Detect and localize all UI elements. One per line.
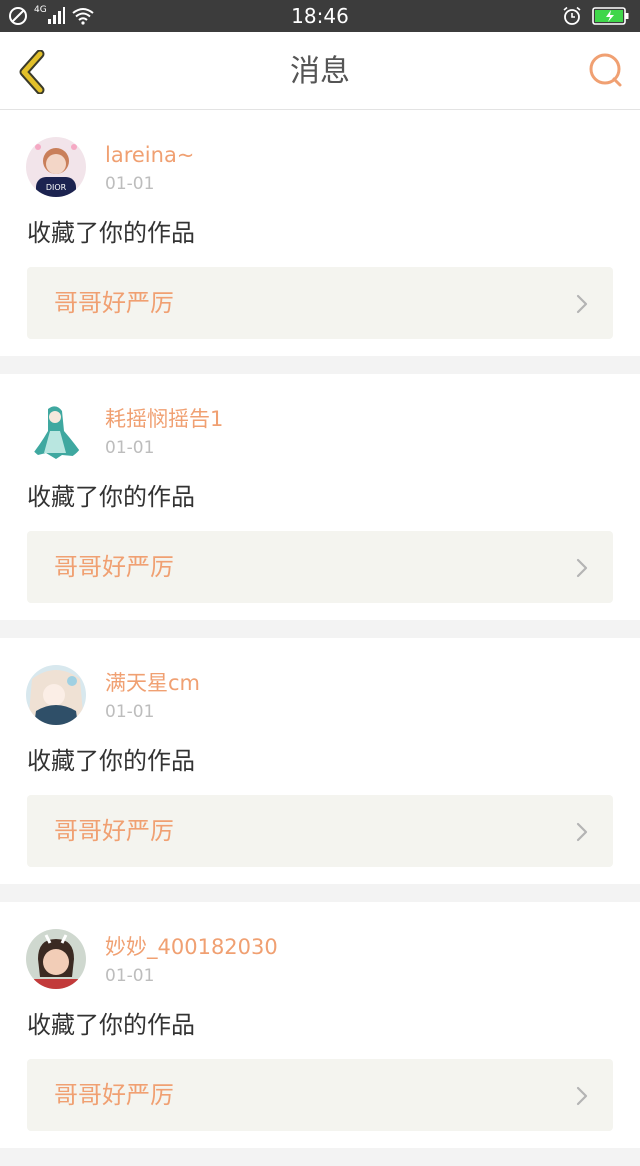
message-date: 01-01 [105, 438, 155, 458]
avatar[interactable] [26, 665, 86, 725]
username[interactable]: 妙妙_400182030 [105, 934, 278, 960]
status-time: 18:46 [291, 4, 349, 28]
work-link[interactable]: 哥哥好严厉 [27, 531, 613, 603]
chevron-right-icon [576, 1086, 588, 1106]
message-card: 妙妙_400182030 01-01 收藏了你的作品 哥哥好严厉 [0, 902, 640, 1148]
chevron-right-icon [576, 822, 588, 842]
message-date: 01-01 [105, 702, 155, 722]
nav-header: 消息 [0, 32, 640, 110]
battery-charging-icon [592, 7, 629, 25]
search-button[interactable] [586, 50, 626, 90]
chevron-right-icon [576, 558, 588, 578]
work-link[interactable]: 哥哥好严厉 [27, 1059, 613, 1131]
chevron-right-icon [576, 294, 588, 314]
work-title: 哥哥好严厉 [54, 289, 174, 317]
work-title: 哥哥好严厉 [54, 817, 174, 845]
username[interactable]: 满天星cm [105, 670, 200, 696]
message-card: 满天星cm 01-01 收藏了你的作品 哥哥好严厉 [0, 638, 640, 884]
work-title: 哥哥好严厉 [54, 553, 174, 581]
message-card: DIOR lareina~ 01-01 收藏了你的作品 哥哥好严厉 [0, 110, 640, 356]
avatar[interactable]: DIOR [26, 137, 86, 197]
status-bar-right [562, 6, 630, 26]
work-title: 哥哥好严厉 [54, 1081, 174, 1109]
message-date: 01-01 [105, 174, 155, 194]
action-text: 收藏了你的作品 [27, 747, 195, 775]
action-text: 收藏了你的作品 [27, 219, 195, 247]
work-link[interactable]: 哥哥好严厉 [27, 795, 613, 867]
action-text: 收藏了你的作品 [27, 483, 195, 511]
message-list: DIOR lareina~ 01-01 收藏了你的作品 哥哥好严厉 耗摇悯摇告1 [0, 110, 640, 1166]
avatar[interactable] [26, 929, 86, 989]
work-link[interactable]: 哥哥好严厉 [27, 267, 613, 339]
alarm-icon [563, 6, 581, 25]
search-icon [589, 53, 622, 87]
username[interactable]: lareina~ [105, 142, 194, 168]
svg-text:DIOR: DIOR [46, 183, 67, 192]
message-card: 耗摇悯摇告1 01-01 收藏了你的作品 哥哥好严厉 [0, 374, 640, 620]
avatar[interactable] [26, 401, 86, 461]
username[interactable]: 耗摇悯摇告1 [105, 406, 223, 432]
page-title: 消息 [290, 54, 350, 89]
action-text: 收藏了你的作品 [27, 1011, 195, 1039]
message-date: 01-01 [105, 966, 155, 986]
status-bar: 4G 18:46 [0, 0, 640, 32]
